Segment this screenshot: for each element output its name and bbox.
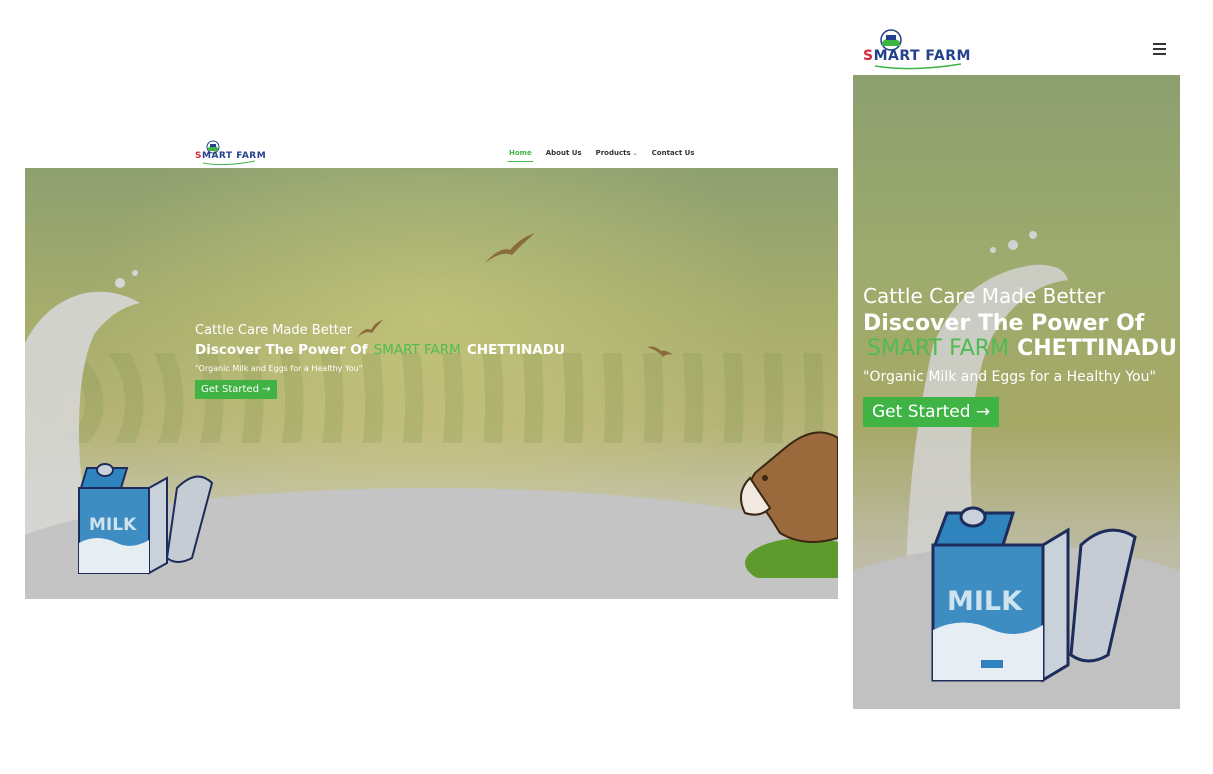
hero-headline: Discover The Power Of SMART FARM CHETTINAD… [195, 342, 565, 358]
get-started-button[interactable]: Get Started → [863, 397, 1000, 427]
hero-headline: Discover The Power Of SMART FARM CHETTINAD… [863, 311, 1177, 361]
headline-brand: SMART FARM [373, 342, 461, 358]
desktop-preview: SMART FARM Home About Us Products ⌄ Conta… [25, 135, 838, 599]
hero-subtitle: "Organic Milk and Eggs for a Healthy You… [863, 369, 1156, 385]
bird-icon [647, 346, 673, 357]
headline-suffix: CHETTINADU [1017, 336, 1177, 361]
headline-suffix: CHETTINADU [466, 342, 565, 358]
hero-tagline: Cattle Care Made Better [195, 323, 353, 338]
nav-contact[interactable]: Contact Us [652, 149, 695, 157]
nav-about[interactable]: About Us [546, 149, 582, 157]
cow-icon [740, 431, 838, 578]
milk-carton-icon: MILK [931, 506, 1137, 683]
mobile-navbar: SMART FARM [853, 22, 1180, 75]
desktop-hero-text: Cattle Care Made Better Discover The Pow… [195, 323, 565, 399]
desktop-hero: MILK Cattle Care Made Better Discover Th… [25, 168, 838, 599]
brand-logo[interactable]: SMART FARM [195, 139, 266, 165]
mobile-hero-text: Cattle Care Made Better Discover The Pow… [863, 284, 1177, 427]
chevron-down-icon: ⌄ [632, 150, 638, 157]
brand-initial: S [863, 48, 874, 64]
carton-label: MILK [947, 586, 1023, 617]
carton-label: MILK [89, 515, 137, 535]
milk-carton-icon: MILK [78, 463, 214, 575]
get-started-button[interactable]: Get Started → [195, 380, 277, 399]
brand-logo[interactable]: SMART FARM [863, 28, 970, 70]
bird-icon [485, 233, 535, 263]
hero-subtitle: "Organic Milk and Eggs for a Healthy You… [195, 364, 363, 373]
brand-initial: S [195, 151, 202, 161]
headline-prefix: Discover The Power Of [195, 342, 368, 358]
mobile-preview: SMART FARM MILK Cattle Care Made Better … [853, 22, 1180, 709]
hamburger-icon[interactable] [1153, 43, 1166, 55]
headline-prefix: Discover The Power Of [863, 311, 1145, 336]
headline-brand: SMART FARM [867, 336, 1010, 361]
brand-name: MART FARM [873, 48, 971, 64]
hero-tagline: Cattle Care Made Better [863, 284, 1105, 308]
nav-products[interactable]: Products ⌄ [596, 149, 638, 157]
desktop-navbar: SMART FARM Home About Us Products ⌄ Conta… [25, 135, 838, 168]
nav-products-label: Products [595, 149, 631, 157]
desktop-menu: Home About Us Products ⌄ Contact Us [508, 149, 695, 162]
mobile-hero: MILK Cattle Care Made Better Discover Th… [853, 75, 1180, 709]
brand-name: MART FARM [201, 151, 267, 161]
nav-home[interactable]: Home [508, 149, 533, 162]
